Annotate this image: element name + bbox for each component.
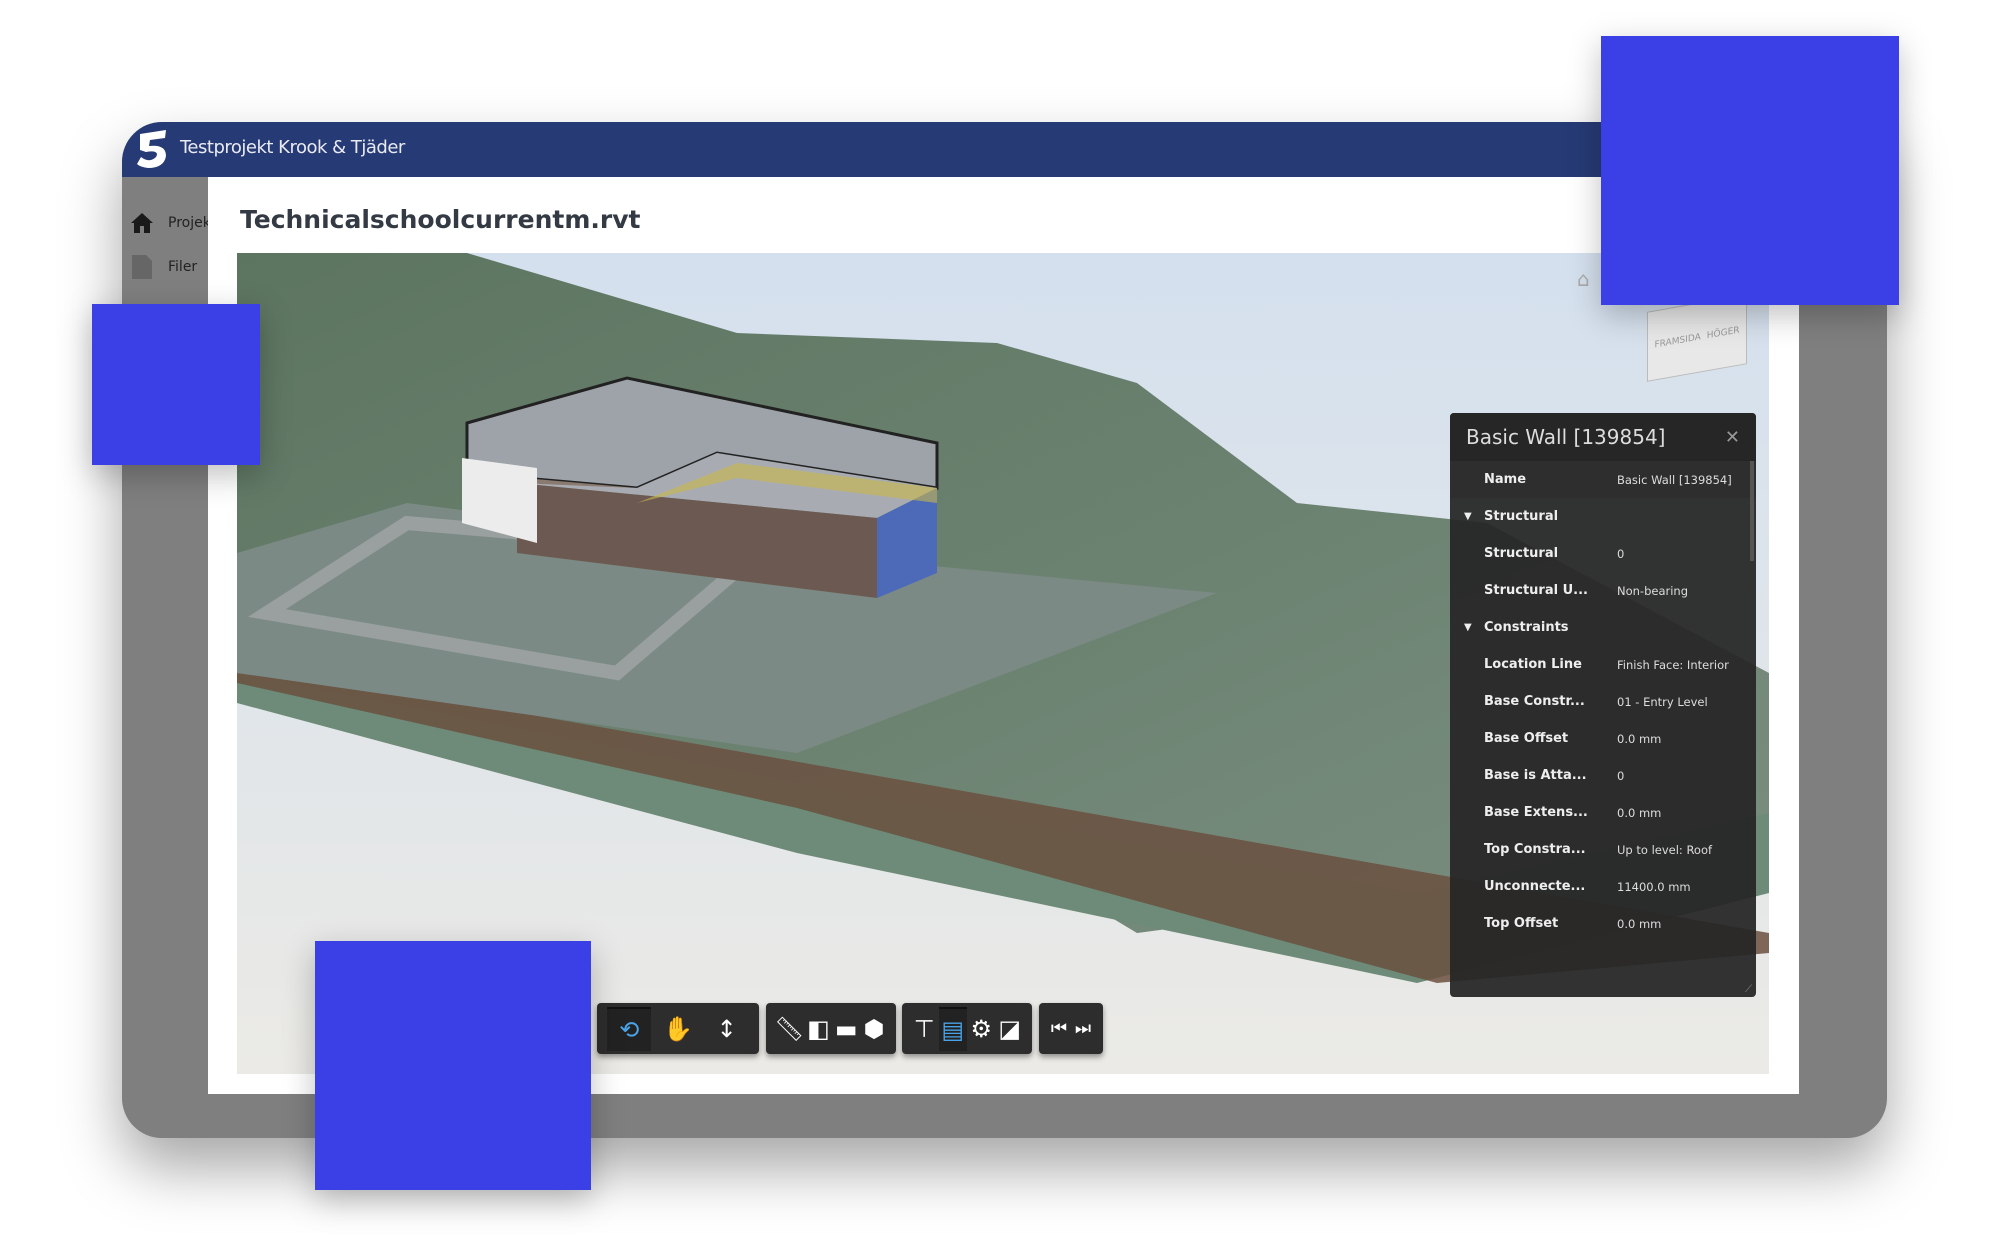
viewcube-front[interactable]: FRAMSIDA — [1654, 332, 1700, 350]
sidebar-item-projects[interactable]: Projek — [130, 212, 211, 234]
model-icon[interactable]: ⬢ — [860, 1007, 888, 1051]
caret-down-icon[interactable]: ▼ — [1464, 622, 1472, 633]
property-row: Unconnecte... 11400.0 mm — [1450, 868, 1756, 905]
property-row: Base is Atta... 0 — [1450, 757, 1756, 794]
property-value: 11400.0 mm — [1617, 879, 1691, 894]
property-row: Base Extens... 0.0 mm — [1450, 794, 1756, 831]
properties-panel[interactable]: Basic Wall [139854] ✕ Name Basic Wall [13… — [1450, 413, 1756, 997]
section-label: Structural — [1484, 509, 1559, 524]
settings-icon[interactable]: ⚙ — [967, 1007, 996, 1051]
panel-title: Basic Wall [139854] — [1466, 425, 1666, 449]
resize-handle-icon[interactable]: ⟋ — [1745, 984, 1752, 995]
toolbar-navigation: ⟲ ✋ ↕ — [597, 1003, 759, 1054]
property-row: Base Constr... 01 - Entry Level — [1450, 683, 1756, 720]
property-row: Base Offset 0.0 mm — [1450, 720, 1756, 757]
panel-header[interactable]: Basic Wall [139854] ✕ — [1450, 413, 1756, 461]
decorative-square — [92, 304, 260, 465]
property-row: Location Line Finish Face: Interior — [1450, 646, 1756, 683]
toolbar-tools: 📏︎ ◧ ▬ ⬢ — [766, 1003, 896, 1054]
pan-icon[interactable]: ✋ — [656, 1007, 700, 1051]
orbit-icon[interactable]: ⟲ — [607, 1006, 652, 1051]
property-value: Up to level: Roof — [1617, 842, 1713, 857]
property-label: Location Line — [1484, 657, 1582, 672]
previous-icon[interactable]: ⏮ — [1047, 1007, 1071, 1051]
property-value: Basic Wall [139854] — [1617, 472, 1732, 487]
decorative-square — [1601, 36, 1899, 305]
page-title: Technicalschoolcurrentm.rvt — [240, 205, 641, 234]
property-label: Base Offset — [1484, 731, 1569, 746]
property-section[interactable]: ▼ Constraints — [1450, 609, 1756, 646]
property-label: Top Offset — [1484, 916, 1559, 931]
property-value: 0 — [1617, 768, 1625, 783]
property-row: Top Offset 0.0 mm — [1450, 905, 1756, 942]
home-view-icon[interactable]: ⌂ — [1577, 267, 1590, 291]
close-icon[interactable]: ✕ — [1725, 427, 1740, 448]
zoom-icon[interactable]: ↕ — [705, 1007, 749, 1051]
section-label: Constraints — [1484, 620, 1569, 635]
explode-icon[interactable]: ▬ — [832, 1007, 860, 1051]
fullscreen-icon[interactable]: ◪ — [996, 1007, 1025, 1051]
property-row: Structural U... Non-bearing — [1450, 572, 1756, 609]
home-icon — [131, 213, 153, 233]
project-name[interactable]: Testprojekt Krook & Tjäder — [180, 137, 405, 158]
toolbar-steps: ⏮ ⏭ — [1039, 1003, 1103, 1054]
sidebar-item-label: Filer — [168, 259, 198, 275]
viewcube-right[interactable]: HÖGER — [1707, 326, 1740, 342]
property-label: Unconnecte... — [1484, 879, 1586, 894]
property-row: Structural 0 — [1450, 535, 1756, 572]
property-label: Base Constr... — [1484, 694, 1585, 709]
sidebar-item-label: Projek — [168, 215, 211, 231]
property-value: 0.0 mm — [1617, 805, 1662, 820]
property-label: Top Constra... — [1484, 842, 1586, 857]
property-value: 01 - Entry Level — [1617, 694, 1708, 709]
property-value: Non-bearing — [1617, 583, 1689, 598]
measure-icon[interactable]: 📏︎ — [774, 1007, 804, 1051]
property-row: Top Constra... Up to level: Roof — [1450, 831, 1756, 868]
property-label: Name — [1484, 472, 1527, 487]
property-value: Finish Face: Interior — [1617, 657, 1729, 672]
property-label: Base Extens... — [1484, 805, 1588, 820]
app-logo — [137, 130, 166, 168]
property-row: Name Basic Wall [139854] — [1450, 461, 1756, 498]
toolbar-settings: ⊤ ▤ ⚙ ◪ — [902, 1003, 1032, 1054]
model-browser-icon[interactable]: ⊤ — [910, 1007, 939, 1051]
property-label: Base is Atta... — [1484, 768, 1587, 783]
file-icon — [132, 255, 152, 279]
properties-icon[interactable]: ▤ — [938, 1006, 967, 1051]
sidebar-item-files[interactable]: Filer — [130, 254, 197, 280]
property-label: Structural U... — [1484, 583, 1588, 598]
property-value: 0 — [1617, 546, 1625, 561]
next-icon[interactable]: ⏭ — [1071, 1007, 1095, 1051]
property-value: 0.0 mm — [1617, 731, 1662, 746]
property-label: Structural — [1484, 546, 1559, 561]
panel-scrollbar[interactable] — [1750, 461, 1754, 561]
section-icon[interactable]: ◧ — [804, 1007, 832, 1051]
property-section[interactable]: ▼ Structural — [1450, 498, 1756, 535]
caret-down-icon[interactable]: ▼ — [1464, 511, 1472, 522]
property-value: 0.0 mm — [1617, 916, 1662, 931]
decorative-square — [315, 941, 591, 1190]
